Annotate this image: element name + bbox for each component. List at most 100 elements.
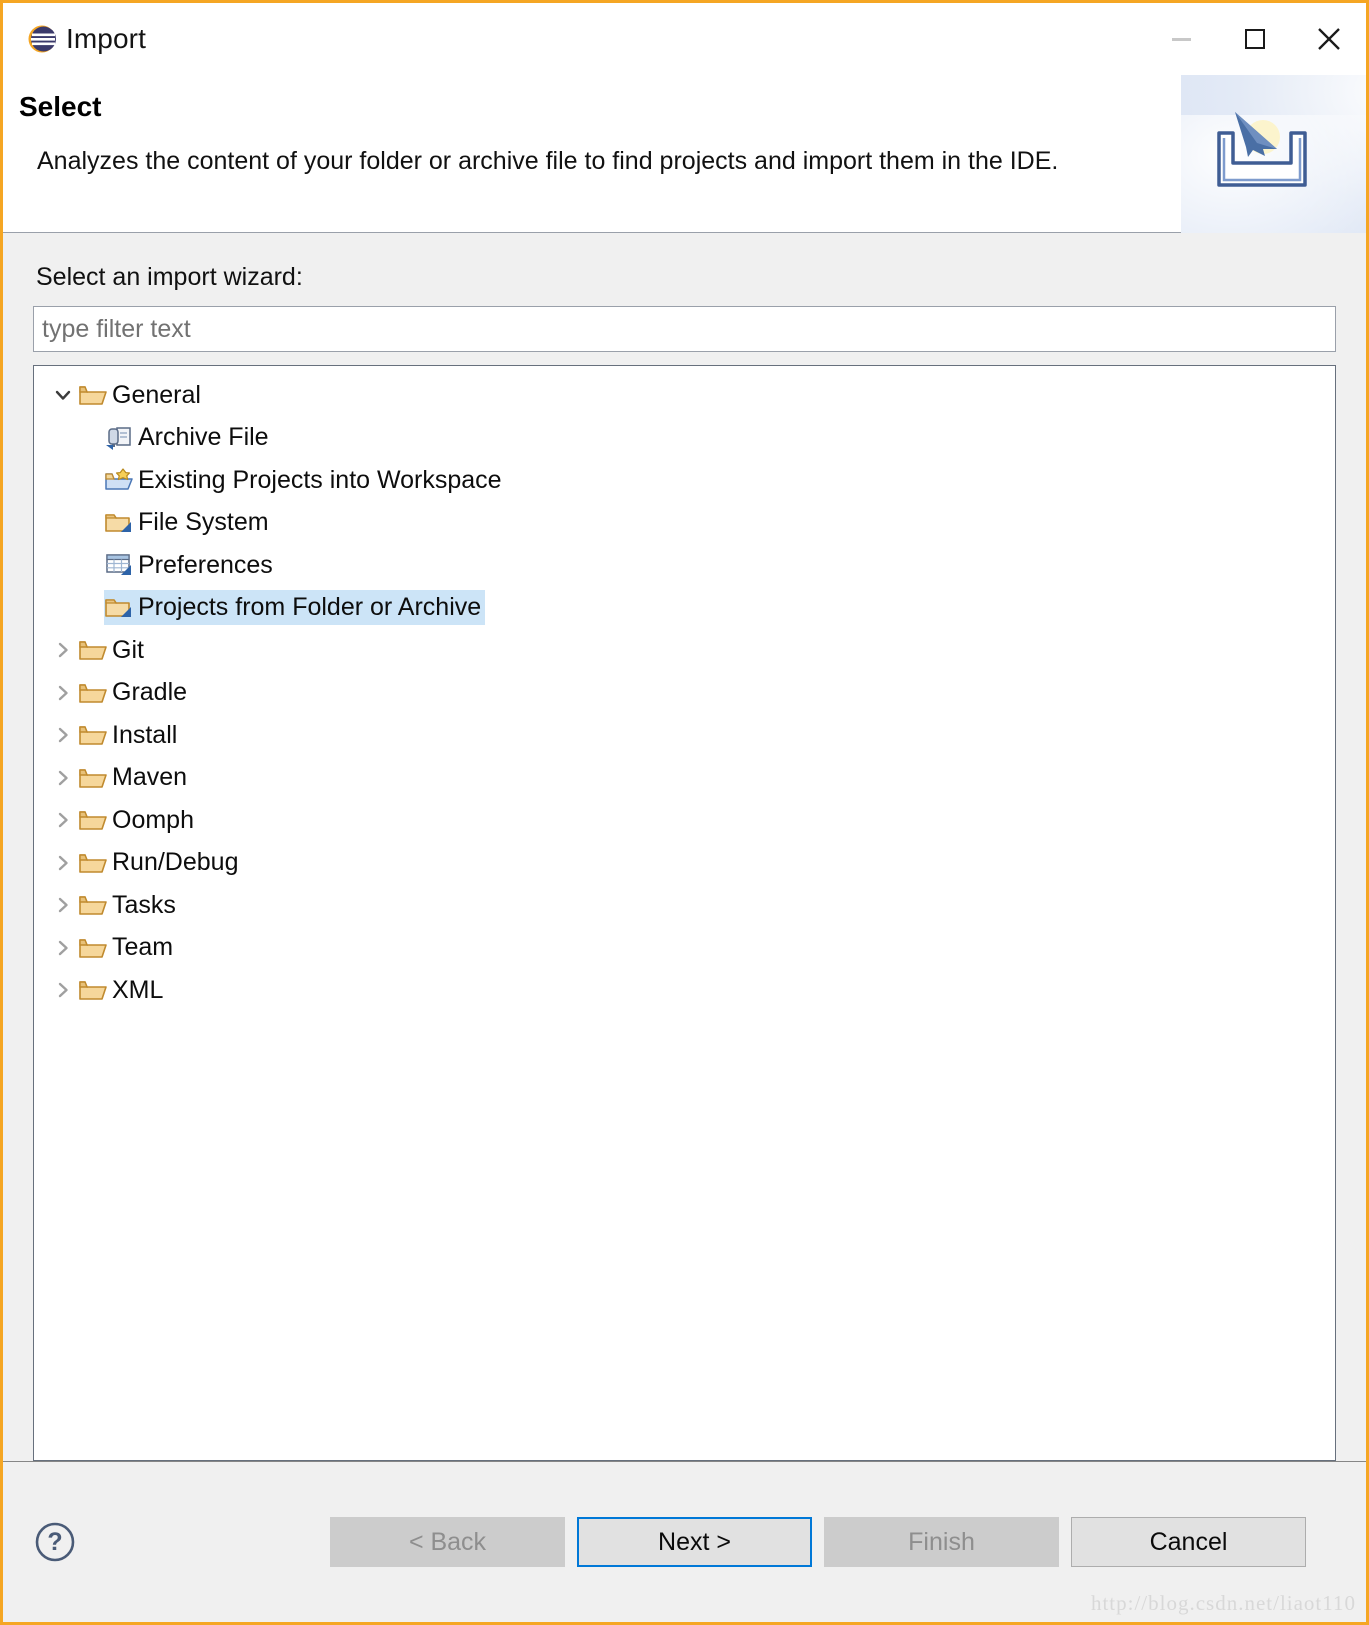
tree-item-oomph[interactable]: Oomph — [34, 799, 1335, 842]
tree-item-label: Maven — [112, 763, 188, 792]
archive-file-icon — [104, 425, 134, 451]
window-controls — [1144, 3, 1366, 75]
tree-item-team[interactable]: Team — [34, 927, 1335, 970]
tree-item-label: Archive File — [138, 423, 269, 452]
title-bar-left: Import — [3, 23, 146, 55]
tree-item-label: Tasks — [112, 890, 176, 919]
chevron-right-icon[interactable] — [48, 678, 78, 708]
projects-folder-icon — [104, 595, 134, 621]
chevron-right-icon[interactable] — [48, 848, 78, 878]
watermark-text: http://blog.csdn.net/liaot110 — [1090, 1591, 1356, 1615]
tree-item-content: Existing Projects into Workspace — [104, 463, 506, 498]
open-folder-icon — [78, 680, 108, 706]
open-folder-icon — [78, 850, 108, 876]
tree-item-maven[interactable]: Maven — [34, 757, 1335, 800]
filter-input[interactable]: type filter text — [33, 306, 1336, 352]
tree-item-label: Projects from Folder or Archive — [138, 593, 482, 622]
close-button[interactable] — [1292, 3, 1366, 75]
maximize-button[interactable] — [1218, 3, 1292, 75]
tree-item-label: XML — [112, 975, 164, 1004]
tree-item-preferences[interactable]: Preferences — [34, 544, 1335, 587]
button-label: Cancel — [1149, 1527, 1228, 1556]
tree-item-label: Team — [112, 933, 174, 962]
tree-item-content: Oomph — [78, 803, 198, 838]
tree-item-install[interactable]: Install — [34, 714, 1335, 757]
tree-item-gradle[interactable]: Gradle — [34, 672, 1335, 715]
wizard-button-row: < Back Next > Finish Cancel — [330, 1517, 1306, 1567]
open-folder-icon — [78, 637, 108, 663]
tree-item-label: Run/Debug — [112, 848, 239, 877]
tree-item-file-system[interactable]: File System — [34, 502, 1335, 545]
chevron-down-icon[interactable] — [48, 380, 78, 410]
tree-item-label: Existing Projects into Workspace — [138, 465, 502, 494]
tree-item-content: Team — [78, 930, 177, 965]
open-folder-icon — [78, 765, 108, 791]
tree-item-content: XML — [78, 973, 167, 1008]
tree-item-content: Archive File — [104, 420, 273, 455]
tree-item-content: Projects from Folder or Archive — [104, 590, 486, 626]
tree-item-content: Git — [78, 633, 148, 668]
tree-item-label: File System — [138, 508, 269, 537]
page-title: Select — [19, 91, 102, 122]
filter-placeholder: type filter text — [42, 314, 191, 343]
tree-item-projects-from-folder-or-archive[interactable]: Projects from Folder or Archive — [34, 587, 1335, 630]
existing-projects-folder-icon — [104, 467, 134, 493]
cancel-button[interactable]: Cancel — [1071, 1517, 1306, 1567]
tree-item-run-debug[interactable]: Run/Debug — [34, 842, 1335, 885]
tree-item-content: Preferences — [104, 548, 277, 583]
tree-item-tasks[interactable]: Tasks — [34, 884, 1335, 927]
open-folder-icon — [78, 935, 108, 961]
tree-item-content: Install — [78, 718, 181, 753]
header-banner — [1181, 75, 1366, 233]
page-description: Analyzes the content of your folder or a… — [37, 147, 1059, 175]
close-icon — [1318, 28, 1340, 50]
minimize-icon — [1171, 37, 1191, 41]
tree-item-label: Git — [112, 635, 144, 664]
maximize-icon — [1245, 29, 1265, 49]
chevron-right-icon[interactable] — [48, 720, 78, 750]
tree-item-general[interactable]: General — [34, 374, 1335, 417]
tree-item-label: Install — [112, 720, 178, 749]
tree-item-content: Tasks — [78, 888, 180, 923]
tree-item-content: Maven — [78, 760, 191, 795]
tree-item-content: Run/Debug — [78, 845, 242, 880]
open-folder-icon — [78, 977, 108, 1003]
import-wizard-window: Import Select Analyzes the content of yo… — [0, 0, 1369, 1625]
next-button[interactable]: Next > — [577, 1517, 812, 1567]
help-button[interactable]: ? — [33, 1520, 77, 1564]
tree-item-xml[interactable]: XML — [34, 969, 1335, 1012]
title-bar: Import — [3, 3, 1366, 75]
tree-item-label: Gradle — [112, 678, 188, 707]
import-wizard-label: Select an import wizard: — [36, 263, 303, 291]
help-question-icon: ? — [35, 1522, 75, 1562]
tree-item-label: Oomph — [112, 805, 194, 834]
tree-item-git[interactable]: Git — [34, 629, 1335, 672]
chevron-right-icon[interactable] — [48, 890, 78, 920]
button-label: < Back — [408, 1527, 487, 1556]
chevron-right-icon[interactable] — [48, 805, 78, 835]
import-wizard-tree[interactable]: General Archive File Existing Projects int… — [33, 365, 1336, 1461]
window-title: Import — [66, 23, 146, 54]
tree-item-existing-projects-into-workspace[interactable]: Existing Projects into Workspace — [34, 459, 1335, 502]
minimize-button[interactable] — [1144, 3, 1218, 75]
open-folder-icon — [78, 382, 108, 408]
open-folder-icon — [78, 722, 108, 748]
back-button: < Back — [330, 1517, 565, 1567]
tree-item-label: Preferences — [138, 550, 273, 579]
tree-item-archive-file[interactable]: Archive File — [34, 417, 1335, 460]
tree-item-content: General — [78, 378, 205, 413]
chevron-right-icon[interactable] — [48, 933, 78, 963]
tree-item-content: Gradle — [78, 675, 191, 710]
finish-button: Finish — [824, 1517, 1059, 1567]
wizard-footer: ? < Back Next > Finish Cancel http://blog.c… — [3, 1461, 1366, 1622]
chevron-right-icon[interactable] — [48, 975, 78, 1005]
import-arrow-into-tray-icon — [1217, 112, 1307, 187]
chevron-right-icon[interactable] — [48, 635, 78, 665]
open-folder-icon — [78, 807, 108, 833]
button-label: Next > — [658, 1527, 731, 1556]
chevron-right-icon[interactable] — [48, 763, 78, 793]
tree-item-content: File System — [104, 505, 273, 540]
svg-text:?: ? — [47, 1528, 62, 1556]
open-folder-icon — [78, 892, 108, 918]
wizard-header: Select Analyzes the content of your fold… — [3, 75, 1366, 233]
